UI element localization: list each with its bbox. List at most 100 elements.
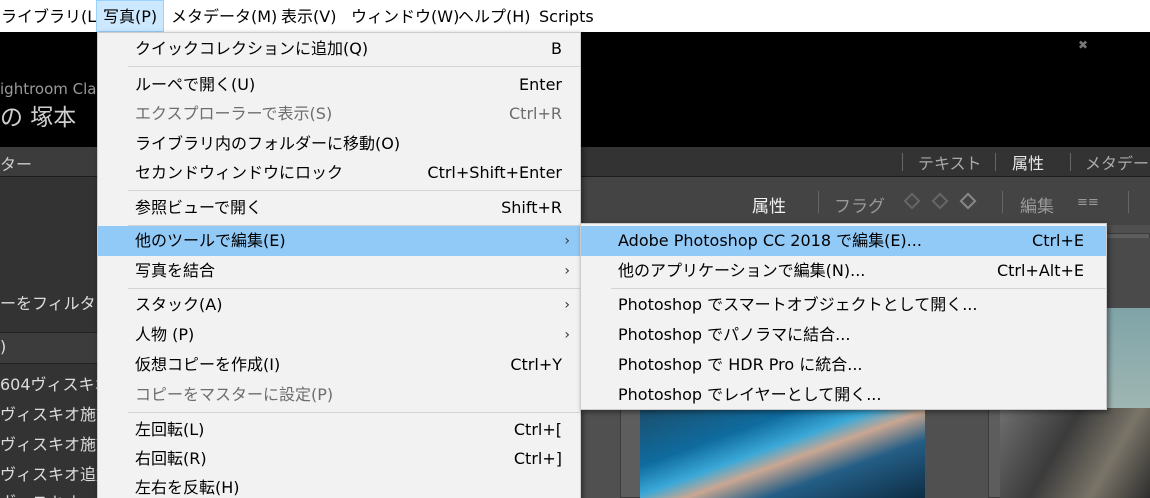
menu-item-label: Adobe Photoshop CC 2018 で編集(E)... <box>618 231 922 250</box>
divider <box>1002 191 1003 213</box>
left-panel-box-text: ) <box>0 337 7 356</box>
edit-filter-icon[interactable]: ≡≡ <box>1077 195 1099 210</box>
left-panel-header[interactable]: ター <box>0 147 97 177</box>
menu-bar: ライブラリ(L) 写真(P) メタデータ(M) 表示(V) ウィンドウ(W) ヘ… <box>0 0 1150 32</box>
chevron-right-icon: › <box>564 327 570 343</box>
menu-item-label: Photoshop で HDR Pro に統合... <box>618 355 863 374</box>
menu-item-shortcut: B <box>551 39 562 58</box>
photo-thumbnail[interactable] <box>1000 408 1150 498</box>
menu-help[interactable]: ヘルプ(H) <box>452 0 537 32</box>
photo-thumbnail[interactable] <box>1105 238 1150 308</box>
filter-tab-text[interactable]: テキスト <box>918 150 982 174</box>
divider <box>1070 153 1071 171</box>
menu-item-create-virtual-copy[interactable]: 仮想コピーを作成(I) Ctrl+Y <box>98 350 580 380</box>
chevron-right-icon: › <box>564 297 570 313</box>
filter-tab-attribute[interactable]: 属性 <box>1012 150 1044 174</box>
menu-item-stacking[interactable]: スタック(A) › <box>98 290 580 320</box>
menu-item-open-as-layers[interactable]: Photoshop でレイヤーとして開く... <box>581 380 1106 410</box>
menu-item-go-to-folder[interactable]: ライブラリ内のフォルダーに移動(O) <box>98 129 580 159</box>
menu-item-label: 右回転(R) <box>135 449 207 468</box>
filter-tab-metadata[interactable]: メタデータ <box>1085 150 1150 174</box>
divider <box>995 153 996 171</box>
close-icon[interactable]: ✖ <box>1078 38 1088 52</box>
menu-metadata[interactable]: メタデータ(M) <box>165 0 283 32</box>
app-brand: ightroom Cla <box>0 80 97 98</box>
menu-item-shortcut: Ctrl+Y <box>510 355 562 374</box>
menu-item-photo-merge[interactable]: 写真を結合 › <box>98 256 580 286</box>
identity-plate-name: の 塚本 <box>0 105 77 131</box>
menu-item-label: ルーペで開く(U) <box>135 75 256 94</box>
edit-label: 編集 <box>1020 197 1054 217</box>
menu-item-edit-in[interactable]: 他のツールで編集(E) › <box>98 226 580 256</box>
menu-library[interactable]: ライブラリ(L) <box>0 0 108 32</box>
left-panel-box[interactable]: ) <box>0 332 97 364</box>
menu-photo[interactable]: 写真(P) <box>96 0 165 32</box>
menu-separator <box>128 190 580 191</box>
filter-label[interactable]: ーをフィルタリ <box>0 290 97 314</box>
menu-item-open-in-reference-view[interactable]: 参照ビューで開く Shift+R <box>98 193 580 223</box>
list-item[interactable]: ヴィスキオ追加 <box>0 461 97 485</box>
menu-item-merge-to-panorama[interactable]: Photoshop でパノラマに結合... <box>581 320 1106 350</box>
menu-item-flip-horizontal[interactable]: 左右を反転(H) <box>98 473 580 498</box>
menu-window[interactable]: ウィンドウ(W) <box>345 0 465 32</box>
menu-separator <box>128 288 580 289</box>
menu-item-label: ライブラリ内のフォルダーに移動(O) <box>135 134 401 153</box>
menu-scripts[interactable]: Scripts <box>533 0 600 32</box>
menu-item-label: クイックコレクションに追加(Q) <box>135 39 369 58</box>
menu-item-add-to-quick-collection[interactable]: クイックコレクションに追加(Q) B <box>98 34 580 64</box>
menu-item-label: 人物 (P) <box>135 325 195 344</box>
photo-thumbnail[interactable] <box>1105 308 1150 408</box>
edit-in-submenu: Adobe Photoshop CC 2018 で編集(E)... Ctrl+E… <box>580 223 1107 410</box>
menu-item-label: セカンドウィンドウにロック <box>135 163 344 182</box>
flag-reject-icon[interactable] <box>959 192 977 210</box>
menu-item-shortcut: Ctrl+R <box>509 104 562 123</box>
chevron-right-icon: › <box>564 263 570 279</box>
menu-separator <box>611 288 1106 289</box>
menu-item-edit-in-other-app[interactable]: 他のアプリケーションで編集(N)... Ctrl+Alt+E <box>581 256 1106 286</box>
flag-unflagged-icon[interactable] <box>931 192 949 210</box>
menu-item-open-as-smart-object[interactable]: Photoshop でスマートオブジェクトとして開く... <box>581 290 1106 320</box>
photo-menu-dropdown: クイックコレクションに追加(Q) B ルーペで開く(U) Enter エクスプロ… <box>97 32 581 498</box>
menu-item-lock-to-second-window[interactable]: セカンドウィンドウにロック Ctrl+Shift+Enter <box>98 158 580 188</box>
menu-item-label: コピーをマスターに設定(P) <box>135 385 334 404</box>
menu-item-shortcut: Ctrl+[ <box>513 420 562 439</box>
menu-item-shortcut: Ctrl+] <box>513 449 562 468</box>
list-item[interactable]: 604ヴィスキオ <box>0 371 97 395</box>
menu-item-rotate-right[interactable]: 右回転(R) Ctrl+] <box>98 444 580 474</box>
chevron-right-icon: › <box>564 233 570 249</box>
library-filter-bar: テキスト 属性 メタデータ <box>580 147 1150 177</box>
menu-item-show-in-explorer: エクスプローラーで表示(S) Ctrl+R <box>98 99 580 129</box>
menu-item-edit-in-photoshop[interactable]: Adobe Photoshop CC 2018 で編集(E)... Ctrl+E <box>581 226 1106 256</box>
menu-item-label: Photoshop でパノラマに結合... <box>618 325 851 344</box>
divider <box>902 153 903 171</box>
menu-item-label: 他のアプリケーションで編集(N)... <box>618 261 866 280</box>
menu-separator <box>128 66 580 67</box>
flag-label: フラグ <box>834 197 885 217</box>
menu-item-open-in-loupe[interactable]: ルーペで開く(U) Enter <box>98 70 580 100</box>
menu-separator <box>128 412 580 413</box>
list-item[interactable]: ヴィスキオ施設 <box>0 401 97 425</box>
menu-item-people[interactable]: 人物 (P) › <box>98 320 580 350</box>
menu-item-rotate-left[interactable]: 左回転(L) Ctrl+[ <box>98 415 580 445</box>
menu-item-shortcut: Shift+R <box>501 198 562 217</box>
menu-item-label: 写真を結合 <box>135 261 216 280</box>
left-panel-title: ター <box>0 155 33 174</box>
menu-item-shortcut: Ctrl+Alt+E <box>996 261 1084 280</box>
menu-view[interactable]: 表示(V) <box>275 0 342 32</box>
photo-thumbnail[interactable] <box>640 408 925 498</box>
menu-item-shortcut: Ctrl+E <box>1032 231 1084 250</box>
divider <box>1128 191 1129 213</box>
menu-item-label: 参照ビューで開く <box>135 198 263 217</box>
menu-item-merge-to-hdr-pro[interactable]: Photoshop で HDR Pro に統合... <box>581 350 1106 380</box>
list-item[interactable]: ヴィスキオ施設 <box>0 431 97 455</box>
divider <box>818 191 819 213</box>
menu-item-label: エクスプローラーで表示(S) <box>135 104 333 123</box>
left-panel: ター ーをフィルタリ ) 604ヴィスキオ ヴィスキオ施設 ヴィスキオ施設 ヴィ… <box>0 147 97 498</box>
attribute-label: 属性 <box>752 197 786 217</box>
menu-item-shortcut: Enter <box>519 75 562 94</box>
menu-item-label: Photoshop でスマートオブジェクトとして開く... <box>618 295 978 314</box>
menu-item-label: Photoshop でレイヤーとして開く... <box>618 385 882 404</box>
flag-pick-icon[interactable] <box>903 192 921 210</box>
menu-item-label: 左右を反転(H) <box>135 478 240 497</box>
list-item[interactable]: ヴィスキオ <box>0 489 97 498</box>
